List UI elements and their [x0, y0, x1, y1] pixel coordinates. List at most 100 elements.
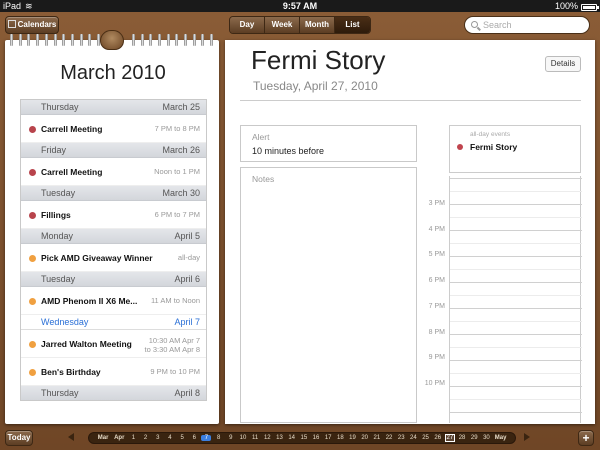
add-event-button[interactable]: + — [578, 430, 594, 446]
tab-list[interactable]: List — [335, 17, 370, 33]
timeline-day[interactable]: 9 — [226, 435, 236, 441]
title-divider — [240, 100, 581, 101]
list-item[interactable]: Pick AMD Giveaway Winner all-day — [21, 244, 206, 272]
binder-ring — [192, 34, 196, 46]
timeline-day[interactable]: 19 — [348, 435, 358, 441]
half-hour-line — [450, 243, 582, 244]
timeline-next-icon[interactable] — [524, 433, 530, 441]
event-title: Ben's Birthday — [41, 367, 101, 377]
timeline-day[interactable]: 30 — [481, 435, 491, 441]
hour-label: 7 PM — [428, 302, 445, 310]
alert-box[interactable]: Alert 10 minutes before — [240, 125, 417, 162]
event-title: AMD Phenom II X6 Me... — [41, 296, 138, 306]
binder-ring — [27, 34, 31, 46]
event-title: Fermi Story — [251, 45, 386, 75]
timeline-day[interactable]: 7 — [201, 435, 212, 441]
half-hour-line — [450, 321, 582, 322]
timeline-day[interactable]: 3 — [153, 435, 163, 441]
day-date: March 25 — [162, 102, 200, 112]
list-item[interactable]: Carrell Meeting Noon to 1 PM — [21, 158, 206, 186]
calendars-button[interactable]: Calendars — [5, 16, 59, 34]
timeline-day[interactable]: 11 — [250, 435, 260, 441]
list-item[interactable]: Jarred Walton Meeting 10:30 AM Apr 7 to 3:… — [21, 330, 206, 358]
timeline-prev-icon[interactable] — [68, 433, 74, 441]
timeline-day[interactable]: 14 — [287, 435, 297, 441]
list-item[interactable]: AMD Phenom II X6 Me... 11 AM to Noon — [21, 287, 206, 315]
timeline-day[interactable]: 23 — [396, 435, 406, 441]
event-color-dot — [457, 144, 463, 150]
hour-line — [450, 334, 582, 335]
month-title: March 2010 — [60, 62, 166, 84]
timeline-month[interactable]: Mar — [96, 435, 110, 441]
date-timeline[interactable]: Mar Apr 1 2 3 4 5 6 7 8 9 10 11 12 13 14 15 16 17 18 19 20 21 2… — [88, 432, 516, 444]
day-date: April 6 — [174, 274, 200, 284]
timeline-day[interactable]: 18 — [335, 435, 345, 441]
half-hour-line — [450, 269, 582, 270]
tab-week[interactable]: Week — [265, 17, 300, 33]
timeline-day[interactable]: 1 — [128, 435, 138, 441]
timeline-day[interactable]: 13 — [274, 435, 284, 441]
today-button[interactable]: Today — [5, 430, 33, 446]
alert-value: 10 minutes before — [252, 146, 325, 156]
tab-day[interactable]: Day — [230, 17, 265, 33]
hour-line — [450, 178, 582, 179]
event-title: Carrell Meeting — [41, 124, 103, 134]
all-day-event[interactable]: Fermi Story — [470, 142, 517, 152]
event-list[interactable]: Thursday March 25 Carrell Meeting 7 PM to 8… — [20, 99, 207, 401]
list-day-header: Monday April 5 — [21, 229, 206, 244]
timeline-day[interactable]: 2 — [141, 435, 151, 441]
binder-ring — [184, 34, 187, 46]
search-input[interactable]: Search — [464, 16, 590, 34]
timeline-day[interactable]: 27 — [444, 434, 455, 442]
timeline-day[interactable]: 6 — [189, 435, 199, 441]
day-timeline[interactable] — [449, 176, 582, 423]
timeline-day[interactable]: 25 — [421, 435, 431, 441]
hour-label: 8 PM — [428, 328, 445, 336]
all-day-events-box: all-day events Fermi Story — [449, 125, 581, 173]
timeline-day[interactable]: 22 — [384, 435, 394, 441]
search-icon — [471, 21, 478, 28]
timeline-day[interactable]: 10 — [238, 435, 248, 441]
timeline-day[interactable]: 20 — [360, 435, 370, 441]
list-item[interactable]: Fillings 6 PM to 7 PM — [21, 201, 206, 229]
calendar-icon — [7, 20, 16, 28]
event-time-start: 10:30 AM Apr 7 — [148, 336, 200, 345]
event-title: Carrell Meeting — [41, 167, 103, 177]
timeline-day[interactable]: 21 — [372, 435, 382, 441]
event-time-end: to 3:30 AM Apr 8 — [144, 345, 200, 354]
details-button[interactable]: Details — [545, 56, 581, 72]
notes-box[interactable]: Notes — [240, 167, 417, 423]
day-name: Thursday — [41, 102, 79, 112]
notes-label: Notes — [252, 174, 275, 184]
timeline-day[interactable]: 24 — [408, 435, 418, 441]
half-hour-line — [450, 295, 582, 296]
timeline-day[interactable]: 5 — [177, 435, 187, 441]
day-date: April 5 — [174, 231, 200, 241]
timeline-month[interactable]: Apr — [112, 435, 126, 441]
hour-label: 6 PM — [428, 277, 445, 285]
binder-ring — [10, 34, 13, 46]
tab-month[interactable]: Month — [300, 17, 335, 33]
binder-ring — [131, 34, 135, 46]
timeline-day[interactable]: 4 — [165, 435, 175, 441]
list-item[interactable]: Carrell Meeting 7 PM to 8 PM — [21, 115, 206, 143]
timeline-day[interactable]: 28 — [457, 435, 467, 441]
binder-ring — [79, 34, 83, 46]
list-day-header: Friday March 26 — [21, 143, 206, 158]
event-time: 11 AM to Noon — [150, 296, 200, 305]
timeline-day[interactable]: 12 — [262, 435, 272, 441]
timeline-day[interactable]: 17 — [323, 435, 333, 441]
timeline-day[interactable]: 26 — [433, 435, 443, 441]
binder-ring — [44, 34, 48, 46]
binder-ring — [18, 34, 22, 46]
hour-label: 5 PM — [428, 251, 445, 259]
timeline-day[interactable]: 15 — [299, 435, 309, 441]
timeline-day[interactable]: 29 — [469, 435, 479, 441]
day-date: March 30 — [162, 188, 200, 198]
timeline-day[interactable]: 8 — [214, 435, 224, 441]
timeline-day[interactable]: 16 — [311, 435, 321, 441]
list-item[interactable]: Ben's Birthday 9 PM to 10 PM — [21, 358, 206, 386]
timeline-month[interactable]: May — [494, 435, 508, 441]
hour-line — [450, 308, 582, 309]
hour-label: 3 PM — [428, 200, 445, 207]
